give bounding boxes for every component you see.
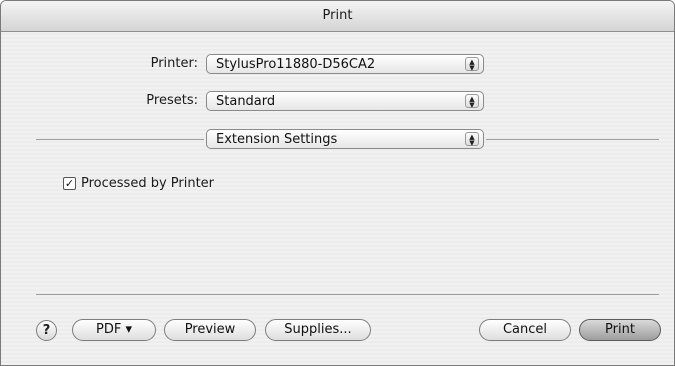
printer-popup[interactable]: StylusPro11880-D56CA2 ▲ ▼ (206, 54, 484, 74)
supplies-button[interactable]: Supplies... (265, 319, 371, 341)
separator-right (486, 139, 659, 140)
processed-by-printer-checkbox[interactable]: ✓ (63, 177, 76, 190)
window-title: Print (1, 1, 674, 32)
panel-value: Extension Settings (216, 132, 338, 147)
printer-label: Printer: (150, 56, 198, 71)
pdf-button[interactable]: PDF ▾ (72, 319, 156, 341)
presets-value: Standard (216, 94, 276, 109)
popup-arrows-icon: ▲ ▼ (465, 57, 479, 72)
cancel-button[interactable]: Cancel (479, 319, 571, 341)
presets-label: Presets: (146, 93, 198, 108)
presets-popup[interactable]: Standard ▲ ▼ (206, 91, 484, 111)
processed-by-printer-label: Processed by Printer (81, 176, 215, 191)
popup-arrows-icon: ▲ ▼ (465, 132, 479, 147)
preview-button[interactable]: Preview (164, 319, 256, 341)
popup-arrows-icon: ▲ ▼ (465, 94, 479, 109)
help-button[interactable]: ? (36, 320, 57, 341)
print-button[interactable]: Print (579, 319, 661, 341)
printer-value: StylusPro11880-D56CA2 (216, 57, 376, 72)
panel-popup[interactable]: Extension Settings ▲ ▼ (206, 129, 484, 149)
print-dialog: Print Printer: StylusPro11880-D56CA2 ▲ ▼ … (0, 0, 675, 366)
bottom-separator (36, 294, 659, 295)
separator-left (36, 139, 204, 140)
